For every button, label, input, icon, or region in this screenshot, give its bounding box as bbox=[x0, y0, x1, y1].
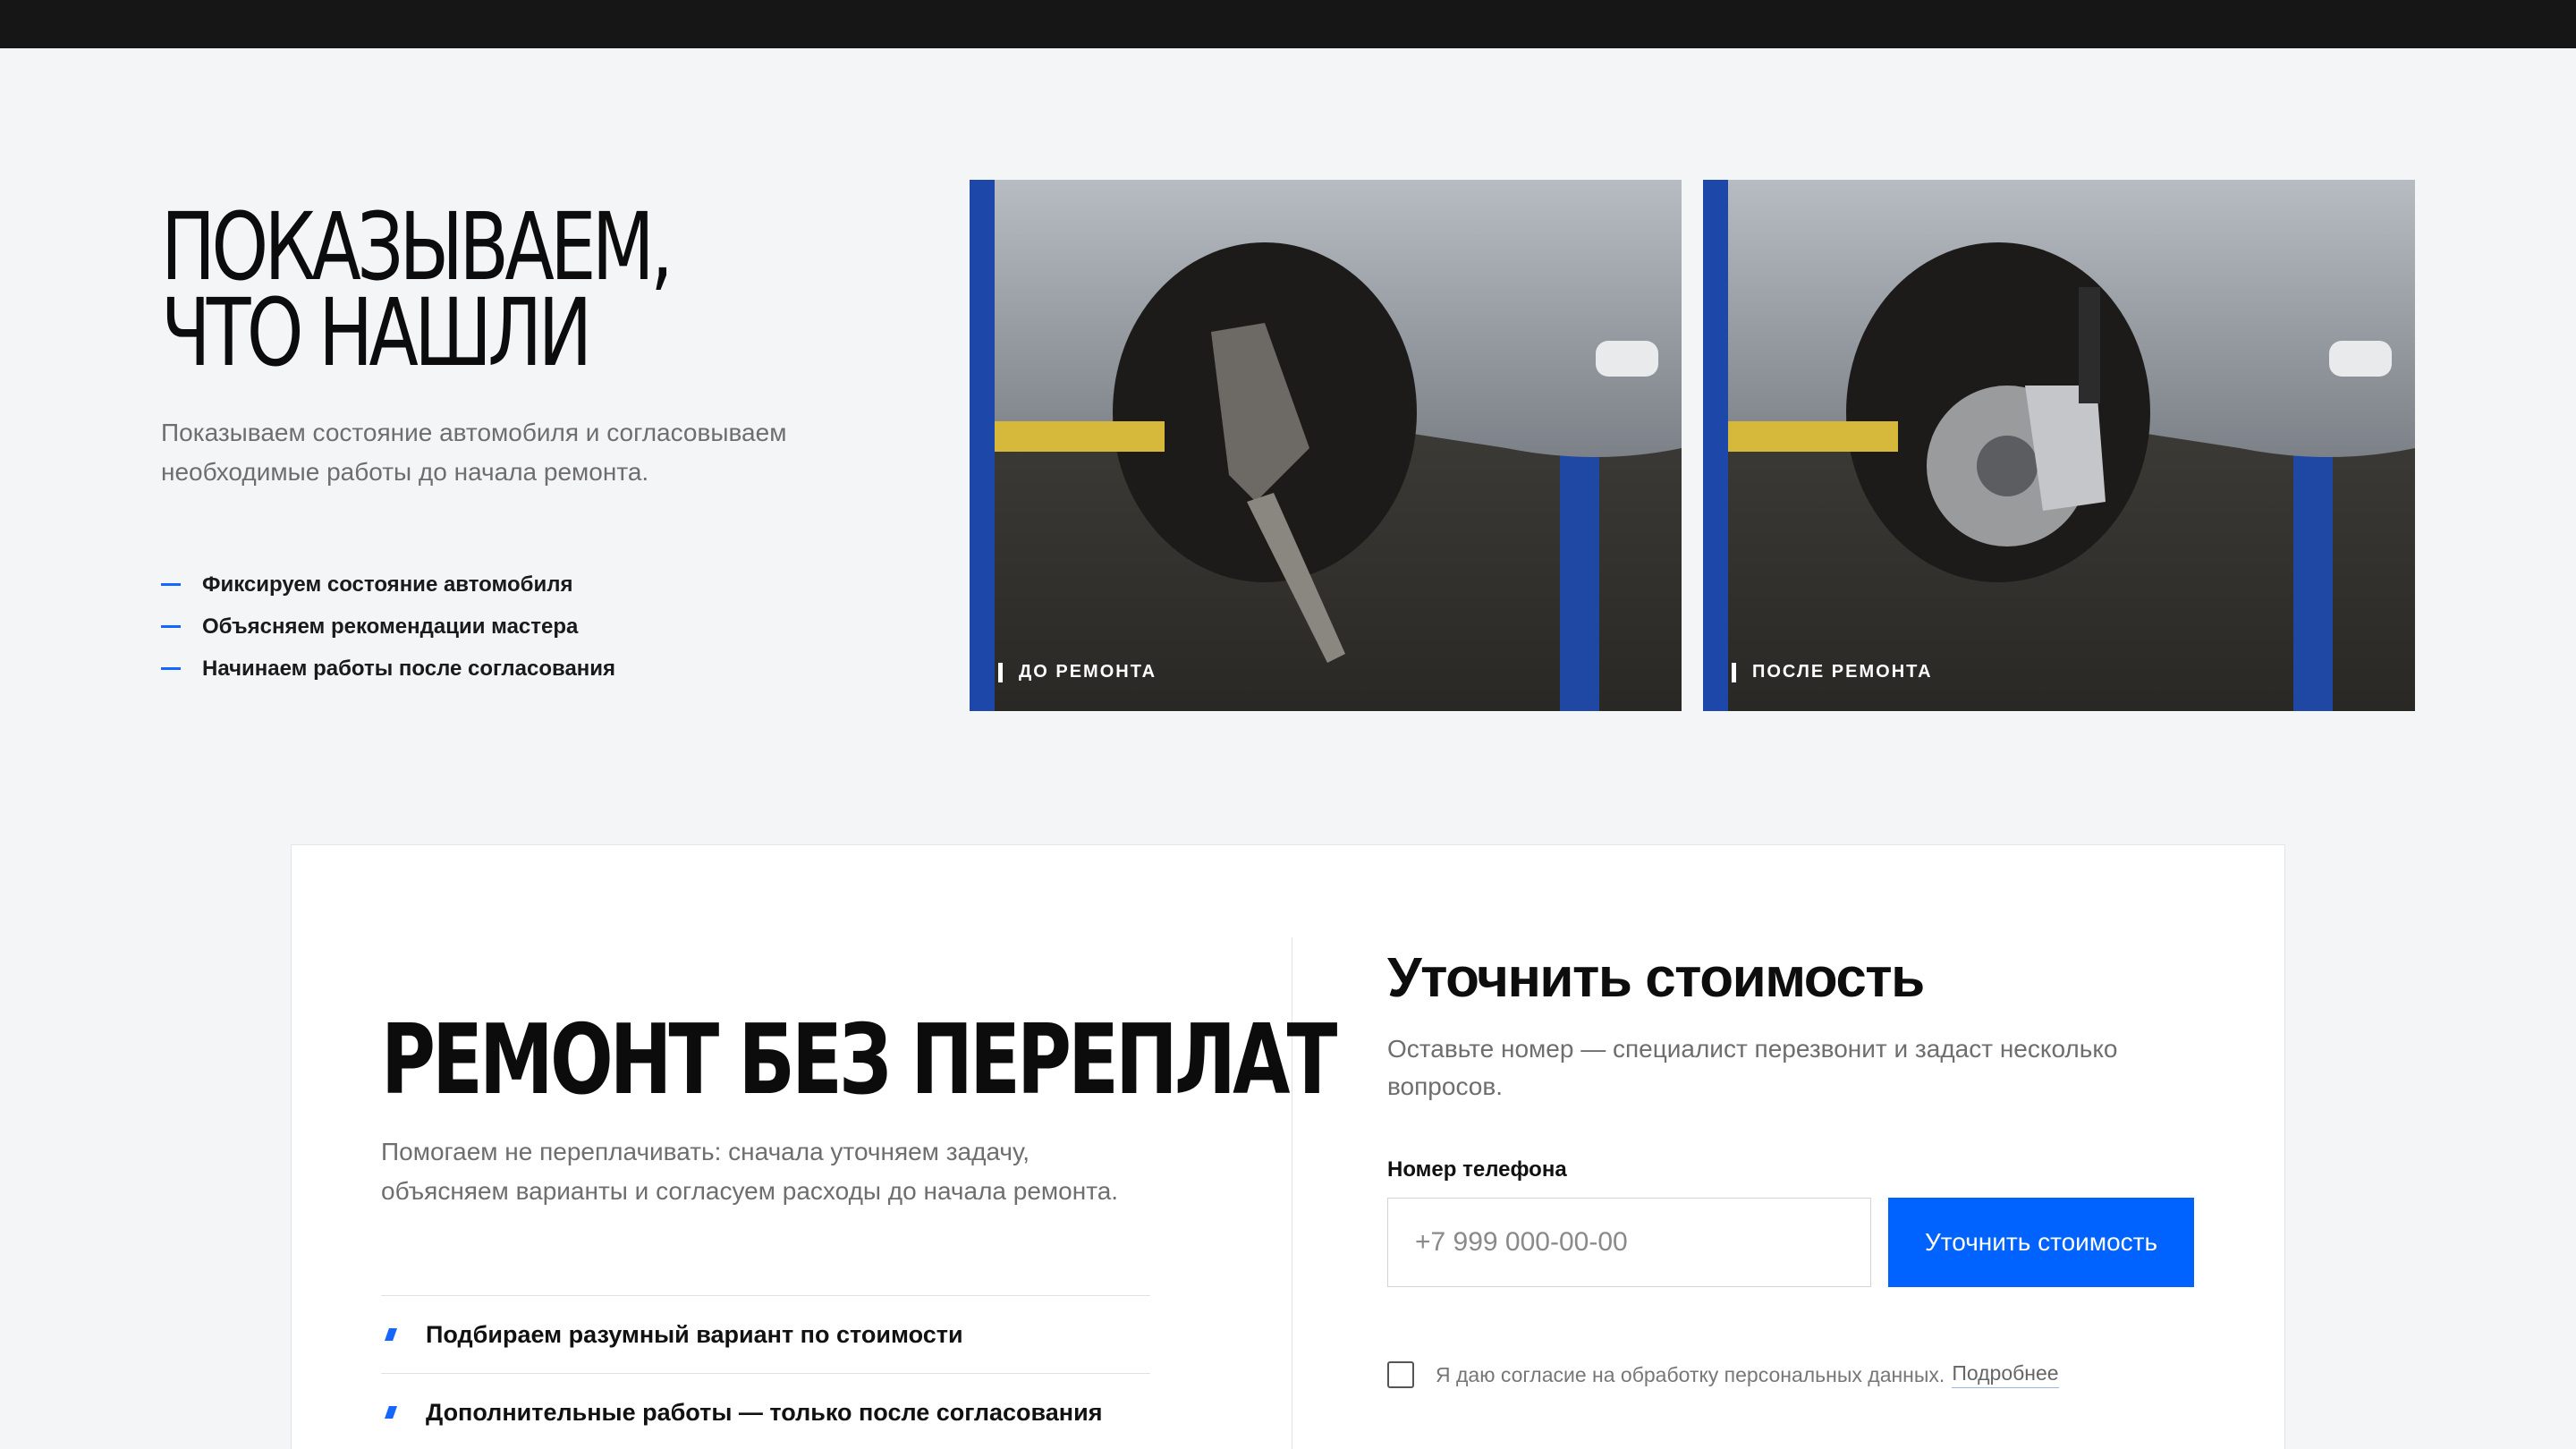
dash-icon bbox=[161, 583, 181, 586]
list-item: Объясняем рекомендации мастера bbox=[161, 606, 615, 648]
phone-label: Номер телефона bbox=[1387, 1157, 1567, 1182]
dash-icon bbox=[161, 625, 181, 628]
consent-more-link[interactable]: Подробнее bbox=[1952, 1361, 2059, 1388]
section-repair-description: Помогаем не переплачивать: сначала уточн… bbox=[381, 1138, 1119, 1205]
section-found-description: Показываем состояние автомобиля и соглас… bbox=[161, 419, 787, 486]
top-bar bbox=[0, 0, 2576, 48]
title-line-2: ЧТО НАШЛИ bbox=[161, 278, 592, 387]
consent-checkbox[interactable] bbox=[1387, 1361, 1414, 1388]
photo-after-repair: ПОСЛЕ РЕМОНТА bbox=[1703, 180, 2415, 711]
bullet-icon bbox=[385, 1328, 397, 1341]
list-item: Дополнительные работы — только после сог… bbox=[381, 1373, 1150, 1449]
form-title: Уточнить стоимость bbox=[1387, 947, 1925, 1009]
title-line-1: ПОКАЗЫВАЕМ, bbox=[161, 192, 674, 301]
section-repair-title: РЕМОНТ БЕЗ ПЕРЕПЛАТ bbox=[381, 1004, 1337, 1116]
phone-input[interactable] bbox=[1387, 1198, 1871, 1287]
photo-label-before: ДО РЕМОНТА bbox=[998, 662, 1157, 682]
submit-button[interactable]: Уточнить стоимость bbox=[1888, 1198, 2194, 1287]
list-item: Фиксируем состояние автомобиля bbox=[161, 564, 615, 606]
photo-label-after: ПОСЛЕ РЕМОНТА bbox=[1732, 662, 1933, 682]
dash-icon bbox=[161, 667, 181, 670]
section-found-title: ПОКАЗЫВАЕМ, ЧТО НАШЛИ bbox=[161, 192, 674, 387]
list-item: Подбираем разумный вариант по стоимости bbox=[381, 1295, 1150, 1373]
bullet-icon bbox=[385, 1406, 397, 1419]
list-item: Начинаем работы после согласования bbox=[161, 648, 615, 690]
form-subtitle: Оставьте номер — специалист перезвонит и… bbox=[1387, 1035, 2118, 1100]
section-found-list: Фиксируем состояние автомобиля Объясняем… bbox=[161, 564, 615, 690]
consent-row: Я даю согласие на обработку персональных… bbox=[1387, 1361, 2059, 1388]
photo-before-repair: ДО РЕМОНТА bbox=[970, 180, 1682, 711]
section-repair-list: Подбираем разумный вариант по стоимости … bbox=[381, 1295, 1150, 1449]
consent-text: Я даю согласие на обработку персональных… bbox=[1436, 1362, 1945, 1386]
